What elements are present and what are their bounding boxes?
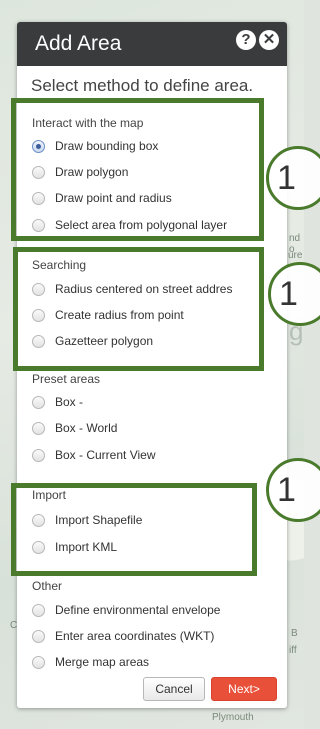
option-label: Create radius from point	[55, 308, 184, 322]
radio-button[interactable]	[32, 655, 45, 669]
radio-button[interactable]	[32, 629, 45, 643]
option-import-shapefile[interactable]: Import Shapefile	[32, 510, 142, 530]
cancel-button[interactable]: Cancel	[143, 677, 205, 701]
option-merge-map-areas[interactable]: Merge map areas	[32, 652, 149, 672]
section-label-interact: Interact with the map	[32, 116, 144, 130]
radio-button[interactable]	[32, 308, 45, 322]
section-label-import: Import	[32, 488, 67, 502]
option-draw-polygon[interactable]: Draw polygon	[32, 162, 128, 182]
option-draw-point-radius[interactable]: Draw point and radius	[32, 188, 172, 208]
option-label: Enter area coordinates (WKT)	[55, 629, 215, 643]
section-label-preset: Preset areas	[32, 372, 101, 386]
map-label: B	[291, 628, 298, 639]
option-box-world[interactable]: Box - World	[32, 418, 117, 438]
radio-button[interactable]	[32, 282, 45, 296]
radio-button[interactable]	[32, 395, 45, 409]
option-label: Box -	[55, 395, 84, 409]
dialog-title: Add Area	[35, 32, 122, 55]
next-button[interactable]: Next>	[211, 677, 277, 701]
radio-button[interactable]	[32, 218, 45, 232]
option-radius-from-point[interactable]: Create radius from point	[32, 305, 184, 325]
section-label-searching: Searching	[32, 258, 87, 272]
option-label: Radius centered on street addres	[55, 282, 233, 296]
section-label-other: Other	[32, 579, 63, 593]
radio-button[interactable]	[32, 191, 45, 205]
radio-button-checked[interactable]	[32, 139, 45, 153]
option-label: Draw polygon	[55, 165, 129, 179]
map-label: Plymouth	[212, 712, 254, 723]
radio-button[interactable]	[32, 448, 45, 462]
add-area-dialog: Add Area ? ✕ Select method to define are…	[17, 22, 287, 708]
option-label: Define environmental envelope	[55, 603, 221, 617]
option-label: Import Shapefile	[55, 513, 143, 527]
option-environmental-envelope[interactable]: Define environmental envelope	[32, 600, 220, 620]
option-import-kml[interactable]: Import KML	[32, 537, 117, 557]
dialog-subtitle: Select method to define area.	[31, 76, 254, 95]
option-label: Gazetteer polygon	[55, 334, 154, 348]
option-label: Box - Current View	[55, 448, 156, 462]
radio-button[interactable]	[32, 603, 45, 617]
dialog-titlebar[interactable]: Add Area ? ✕	[17, 22, 287, 66]
map-label: iff	[289, 645, 297, 656]
radio-button[interactable]	[32, 540, 45, 554]
radio-button[interactable]	[32, 165, 45, 179]
radio-button[interactable]	[32, 421, 45, 435]
close-icon[interactable]: ✕	[259, 30, 279, 50]
option-radius-street-address[interactable]: Radius centered on street addres	[32, 279, 232, 299]
option-label: Draw point and radius	[55, 191, 172, 205]
map-label: nd	[289, 233, 301, 244]
option-label: Import KML	[55, 540, 118, 554]
option-box[interactable]: Box -	[32, 392, 83, 412]
option-label: Merge map areas	[55, 655, 150, 669]
option-gazetteer-polygon[interactable]: Gazetteer polygon	[32, 331, 153, 351]
option-label: Draw bounding box	[55, 139, 159, 153]
option-label: Select area from polygonal layer	[55, 218, 228, 232]
option-draw-bounding-box[interactable]: Draw bounding box	[32, 136, 158, 156]
radio-button[interactable]	[32, 513, 45, 527]
option-area-coordinates-wkt[interactable]: Enter area coordinates (WKT)	[32, 626, 214, 646]
help-icon[interactable]: ?	[236, 30, 256, 50]
map-label: ure	[288, 250, 303, 261]
radio-button[interactable]	[32, 334, 45, 348]
option-label: Box - World	[55, 421, 118, 435]
option-select-polygonal-layer[interactable]: Select area from polygonal layer	[32, 215, 227, 235]
option-box-current-view[interactable]: Box - Current View	[32, 445, 155, 465]
